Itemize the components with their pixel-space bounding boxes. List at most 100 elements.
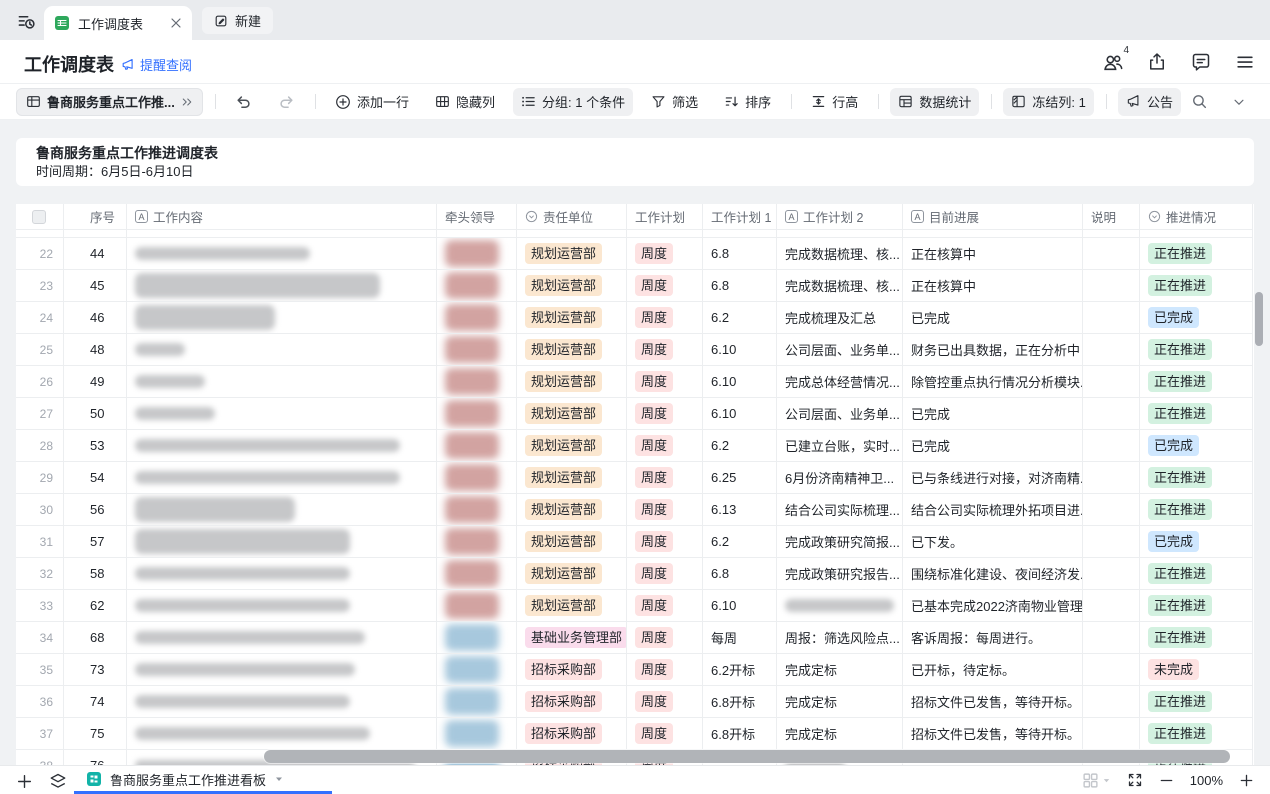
- cell-work-content[interactable]: [127, 334, 437, 366]
- cell-work-plan[interactable]: 周度: [627, 526, 703, 558]
- hide-columns-button[interactable]: 隐藏列: [427, 88, 503, 116]
- cell-work-plan[interactable]: 周度: [627, 238, 703, 270]
- cell-row-index[interactable]: 27: [16, 398, 64, 430]
- cell-work-plan-1[interactable]: 6.8: [703, 270, 777, 302]
- plan-tag[interactable]: 周度: [635, 595, 673, 616]
- cell-seq[interactable]: 62: [64, 590, 127, 622]
- redo-button[interactable]: [270, 88, 303, 116]
- cell-progress-status[interactable]: 正在推进: [1140, 366, 1253, 398]
- cell-work-plan[interactable]: 周度: [627, 654, 703, 686]
- cell-row-index[interactable]: 33: [16, 590, 64, 622]
- cell-responsible-unit[interactable]: 招标采购部: [517, 686, 627, 718]
- unit-tag[interactable]: 规划运营部: [525, 595, 602, 616]
- cell-responsible-unit[interactable]: 规划运营部: [517, 430, 627, 462]
- column-header[interactable]: A工作计划 2: [777, 204, 903, 230]
- cell-work-content[interactable]: [127, 622, 437, 654]
- card-view-button[interactable]: [1082, 772, 1111, 789]
- freeze-columns-button[interactable]: 冻结列: 1: [1003, 88, 1093, 116]
- sheet-tab-dashboard[interactable]: 鲁商服务重点工作推进看板: [76, 766, 294, 792]
- tab-new[interactable]: 新建: [202, 7, 273, 34]
- cell-work-plan-1[interactable]: 6.8开标: [703, 686, 777, 718]
- cell-work-plan[interactable]: 周度: [627, 366, 703, 398]
- search-icon[interactable]: [1191, 93, 1208, 110]
- cell-progress-status[interactable]: 已完成: [1140, 526, 1253, 558]
- column-header[interactable]: 说明: [1083, 204, 1140, 230]
- cell-work-content[interactable]: [127, 430, 437, 462]
- history-sidebar-button[interactable]: [12, 8, 40, 34]
- cell-work-plan-1[interactable]: 6.2: [703, 526, 777, 558]
- cell-work-plan-2[interactable]: 完成政策研究简报...: [777, 526, 903, 558]
- cell-note[interactable]: [1083, 366, 1140, 398]
- tab-doc-active[interactable]: 工作调度表: [44, 6, 192, 40]
- cell-seq[interactable]: 57: [64, 526, 127, 558]
- cell-lead-leader[interactable]: [437, 622, 517, 654]
- cell-work-plan-2[interactable]: 结合公司实际梳理...: [777, 494, 903, 526]
- plan-tag[interactable]: 周度: [635, 371, 673, 392]
- cell-lead-leader[interactable]: [437, 686, 517, 718]
- cell-row-index[interactable]: 34: [16, 622, 64, 654]
- select-all-checkbox[interactable]: [32, 210, 46, 224]
- cell-progress-status[interactable]: 正在推进: [1140, 590, 1253, 622]
- cell-current-progress[interactable]: 已完成: [903, 302, 1083, 334]
- cell-progress-status[interactable]: 正在推进: [1140, 622, 1253, 654]
- unit-tag[interactable]: 规划运营部: [525, 467, 602, 488]
- cell-note[interactable]: [1083, 558, 1140, 590]
- cell-responsible-unit[interactable]: 基础业务管理部: [517, 622, 627, 654]
- status-tag[interactable]: 正在推进: [1148, 371, 1212, 392]
- group-button[interactable]: 分组: 1 个条件: [513, 88, 633, 116]
- cell-work-content[interactable]: [127, 686, 437, 718]
- menu-button[interactable]: [1234, 51, 1256, 73]
- unit-tag[interactable]: 规划运营部: [525, 403, 602, 424]
- cell-work-plan-2[interactable]: 已建立台账，实时...: [777, 430, 903, 462]
- cell-note[interactable]: [1083, 302, 1140, 334]
- sort-button[interactable]: 排序: [716, 88, 779, 116]
- cell-work-plan-1[interactable]: 6.10: [703, 334, 777, 366]
- status-tag[interactable]: 已完成: [1148, 435, 1199, 456]
- cell-seq[interactable]: 68: [64, 622, 127, 654]
- cell-progress-status[interactable]: 未完成: [1140, 654, 1253, 686]
- cell-work-plan-1[interactable]: 6.25: [703, 462, 777, 494]
- status-tag[interactable]: 正在推进: [1148, 403, 1212, 424]
- cell-progress-status[interactable]: 正在推进: [1140, 718, 1253, 750]
- status-tag[interactable]: 正在推进: [1148, 499, 1212, 520]
- cell-work-plan-2[interactable]: 公司层面、业务单...: [777, 334, 903, 366]
- cell-work-content[interactable]: [127, 302, 437, 334]
- cell-work-content[interactable]: [127, 270, 437, 302]
- cell-responsible-unit[interactable]: 规划运营部: [517, 238, 627, 270]
- cell-current-progress[interactable]: 结合公司实际梳理外拓项目进...: [903, 494, 1083, 526]
- unit-tag[interactable]: 规划运营部: [525, 499, 602, 520]
- cell-note[interactable]: [1083, 270, 1140, 302]
- plan-tag[interactable]: 周度: [635, 563, 673, 584]
- cell-work-plan[interactable]: 周度: [627, 590, 703, 622]
- cell-seq[interactable]: 54: [64, 462, 127, 494]
- add-sheet-button[interactable]: [12, 769, 36, 793]
- statistics-button[interactable]: 数据统计: [890, 88, 979, 116]
- column-header[interactable]: 工作计划: [627, 204, 703, 230]
- cell-lead-leader[interactable]: [437, 238, 517, 270]
- cell-progress-status[interactable]: 正在推进: [1140, 270, 1253, 302]
- remind-review-link[interactable]: 提醒查阅: [121, 55, 192, 74]
- column-header[interactable]: A工作内容: [127, 204, 437, 230]
- cell-responsible-unit[interactable]: 规划运营部: [517, 494, 627, 526]
- announcement-button[interactable]: 公告: [1118, 88, 1181, 116]
- cell-lead-leader[interactable]: [437, 654, 517, 686]
- cell-work-plan-2[interactable]: [777, 590, 903, 622]
- cell-responsible-unit[interactable]: 规划运营部: [517, 366, 627, 398]
- cell-work-plan-2[interactable]: 6月份济南精神卫...: [777, 462, 903, 494]
- cell-progress-status[interactable]: 已完成: [1140, 302, 1253, 334]
- cell-lead-leader[interactable]: [437, 590, 517, 622]
- cell-work-plan-1[interactable]: 6.8开标: [703, 718, 777, 750]
- cell-seq[interactable]: 76: [64, 750, 127, 765]
- status-tag[interactable]: 正在推进: [1148, 723, 1212, 744]
- status-tag[interactable]: 未完成: [1148, 659, 1199, 680]
- cell-work-content[interactable]: [127, 718, 437, 750]
- table-description-banner[interactable]: 鲁商服务重点工作推进调度表 时间周期：6月5日-6月10日: [16, 138, 1254, 186]
- zoom-out-button[interactable]: [1159, 773, 1174, 788]
- cell-current-progress[interactable]: 正在核算中: [903, 238, 1083, 270]
- cell-progress-status[interactable]: 正在推进: [1140, 334, 1253, 366]
- status-tag[interactable]: 已完成: [1148, 307, 1199, 328]
- cell-current-progress[interactable]: 客诉周报：每周进行。: [903, 622, 1083, 654]
- cell-work-plan-2[interactable]: 完成政策研究报告...: [777, 558, 903, 590]
- cell-note[interactable]: [1083, 238, 1140, 270]
- cell-seq[interactable]: 74: [64, 686, 127, 718]
